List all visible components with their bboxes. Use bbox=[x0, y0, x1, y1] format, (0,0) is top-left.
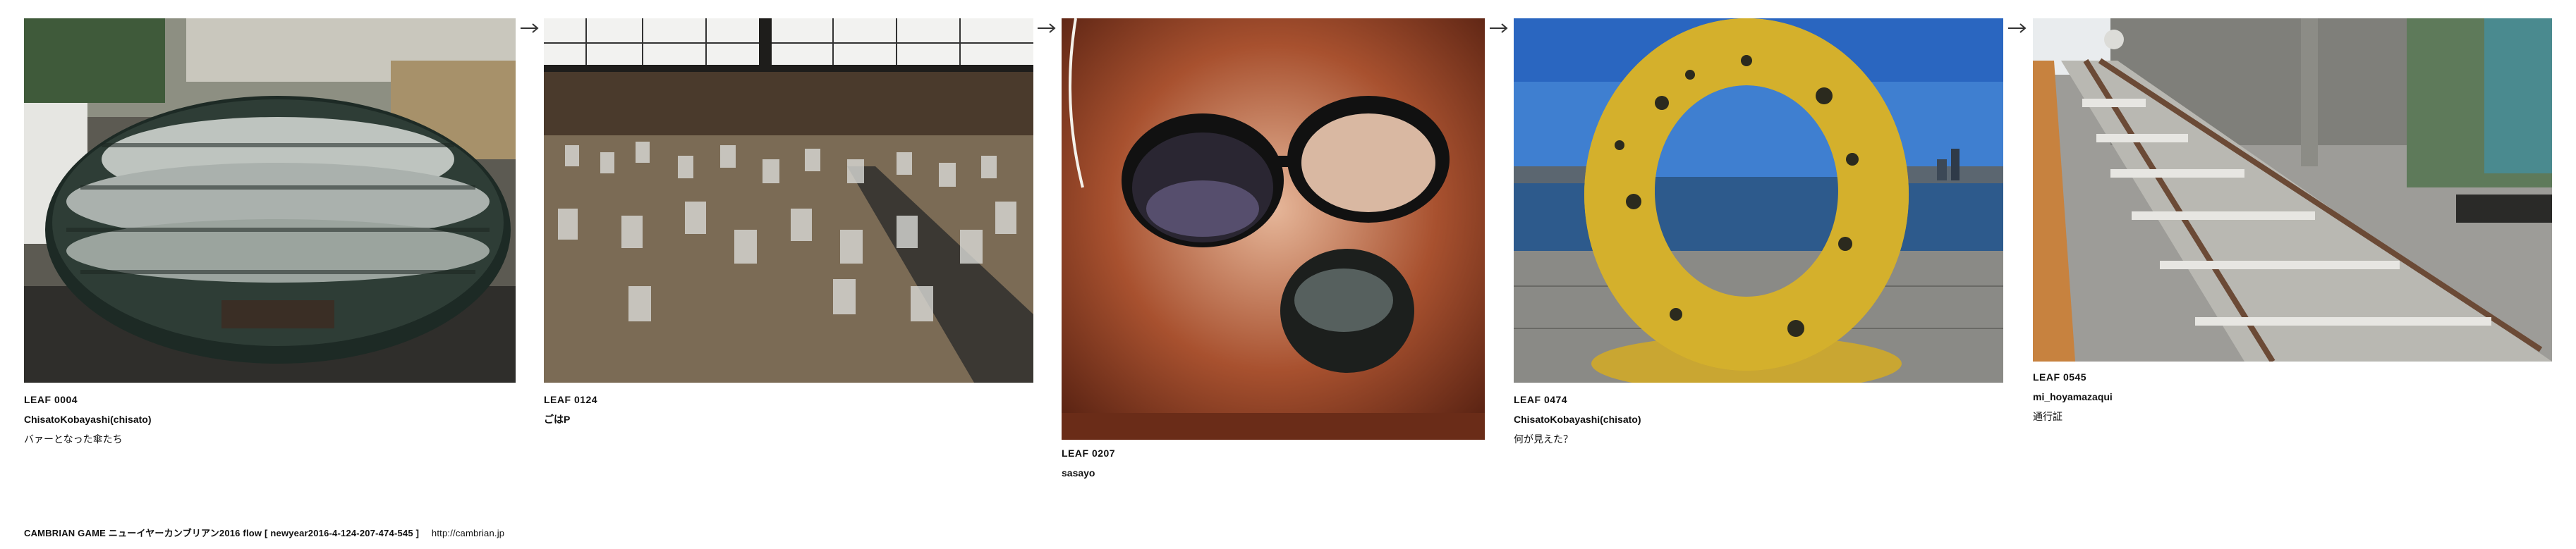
photo-umbrella-dome bbox=[24, 18, 516, 383]
leaf-caption: 何が見えた？ bbox=[1514, 433, 1573, 445]
leaf-caption: バァーとなった傘たち bbox=[24, 433, 123, 445]
leaf-photo-0474[interactable] bbox=[1514, 18, 2003, 383]
leaf-author[interactable]: sasayo bbox=[1062, 468, 1115, 478]
leaf-author[interactable]: ChisatoKobayashi(chisato) bbox=[24, 414, 151, 424]
leaf-photo-0004[interactable] bbox=[24, 18, 516, 383]
leaf-caption: 通行証 bbox=[2033, 411, 2062, 422]
footer: CAMBRIAN GAME ニューイヤーカンブリアン2016 flow [ ne… bbox=[24, 526, 514, 539]
leaf-photo-0124[interactable] bbox=[544, 18, 1033, 383]
flow-arrow-icon bbox=[1038, 23, 1056, 33]
site-link[interactable]: http://cambrian.jp bbox=[432, 528, 504, 538]
photo-yellow-bollard bbox=[1514, 18, 2003, 383]
leaf-author[interactable]: ごはP bbox=[544, 414, 597, 424]
leaf-photo-0545[interactable] bbox=[2033, 18, 2552, 362]
photo-sunglasses bbox=[1062, 18, 1485, 440]
flow-arrow-icon bbox=[521, 23, 539, 33]
leaf-id[interactable]: LEAF 0474 bbox=[1514, 395, 1641, 405]
leaf-author[interactable]: mi_hoyamazaqui bbox=[2033, 392, 2113, 402]
flow-arrow-icon bbox=[2008, 23, 2027, 33]
photo-water-glasses bbox=[544, 18, 1033, 383]
photo-railway-tracks bbox=[2033, 18, 2552, 362]
flow-title: CAMBRIAN GAME ニューイヤーカンブリアン2016 flow [ ne… bbox=[24, 528, 420, 538]
leaf-id[interactable]: LEAF 0545 bbox=[2033, 372, 2113, 382]
leaf-id[interactable]: LEAF 0124 bbox=[544, 395, 597, 405]
leaf-id[interactable]: LEAF 0207 bbox=[1062, 448, 1115, 458]
leaf-id[interactable]: LEAF 0004 bbox=[24, 395, 151, 405]
flow-arrow-icon bbox=[1490, 23, 1508, 33]
leaf-author[interactable]: ChisatoKobayashi(chisato) bbox=[1514, 414, 1641, 424]
leaf-photo-0207[interactable] bbox=[1062, 18, 1485, 440]
